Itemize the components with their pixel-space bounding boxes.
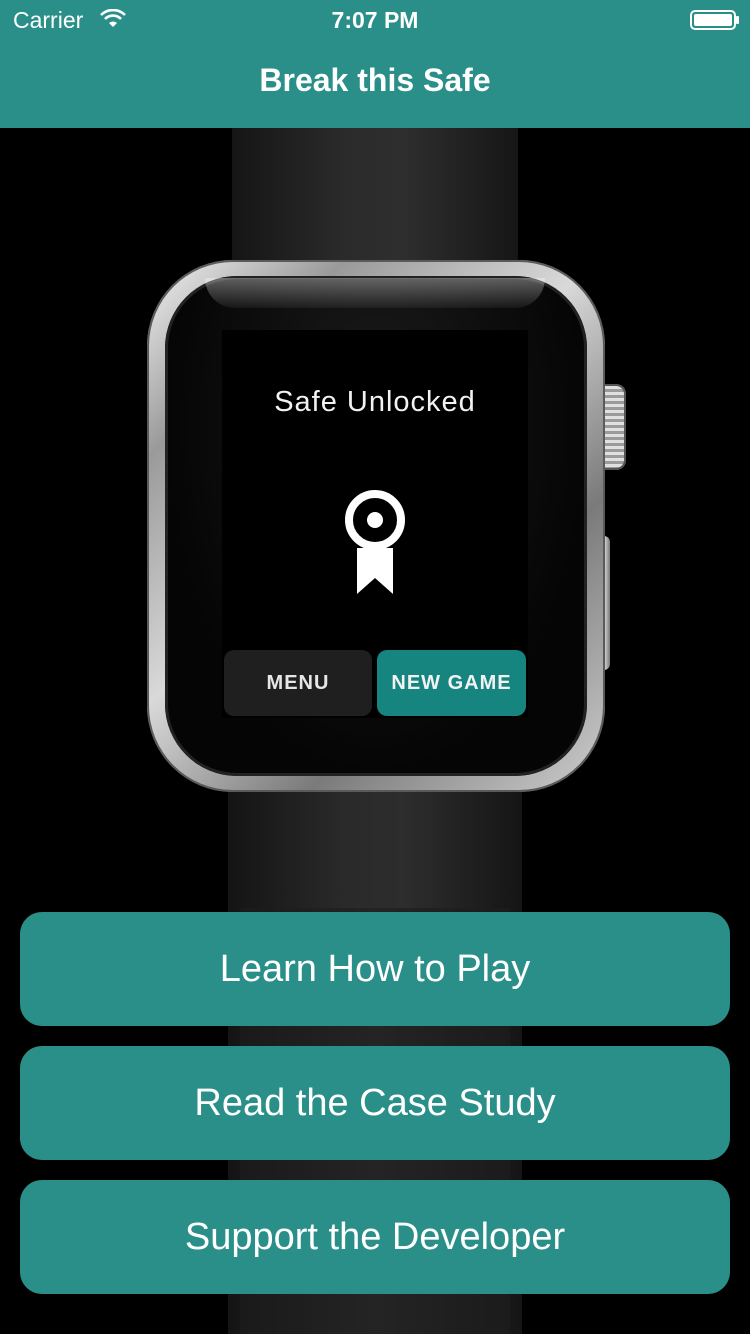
award-ribbon-icon xyxy=(345,490,405,594)
support-developer-button[interactable]: Support the Developer xyxy=(20,1180,730,1294)
clock: 7:07 PM xyxy=(331,7,419,33)
watch-new-game-button[interactable]: NEW GAME xyxy=(377,650,526,716)
read-case-study-button[interactable]: Read the Case Study xyxy=(20,1046,730,1160)
page-title: Break this Safe xyxy=(259,62,491,98)
watch-glare xyxy=(205,278,545,308)
learn-how-to-play-button[interactable]: Learn How to Play xyxy=(20,912,730,1026)
safe-status: Safe Unlocked xyxy=(274,386,476,418)
battery-icon xyxy=(690,10,739,30)
watch-screen: Safe Unlocked MENU NEW GAME xyxy=(222,330,528,718)
watch-menu-button[interactable]: MENU xyxy=(224,650,372,716)
status-bar: Carrier 7:07 PM xyxy=(0,0,750,40)
header: Carrier 7:07 PM Break this Safe xyxy=(0,0,750,128)
